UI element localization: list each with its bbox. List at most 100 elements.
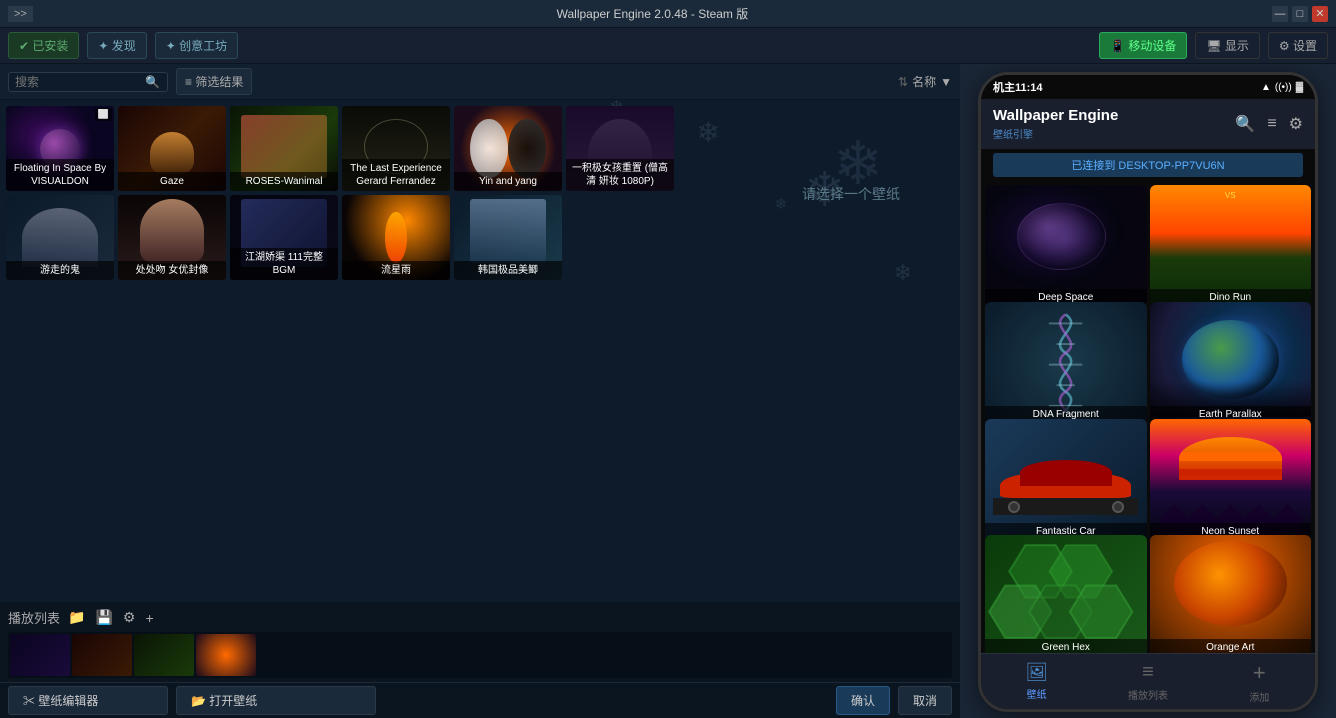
title-bar: >> Wallpaper Engine 2.0.48 - Steam 版 — □… bbox=[0, 0, 1336, 28]
app-title: Wallpaper Engine bbox=[993, 107, 1118, 124]
left-panel: ❄ ❄ ❄ ❄ ❄ ❄ 🔍 ≡ 筛选结果 ⇅ 名称 ▼ 请选择一个壁纸 bbox=[0, 64, 960, 718]
phone-wp-thumb bbox=[985, 185, 1147, 306]
playlist-thumb-item[interactable] bbox=[10, 634, 70, 676]
phone-bottom-nav: 🖼 壁纸 ≡ 播放列表 + 添加 bbox=[981, 653, 1315, 709]
phone-wallpaper-item[interactable]: VS Dino Run bbox=[1150, 185, 1312, 306]
wallpaper-item[interactable]: 江湖娇渠 111完整BGM bbox=[230, 195, 338, 280]
phone-wallpaper-item[interactable]: Orange Art bbox=[1150, 535, 1312, 653]
phone-settings-button[interactable]: ⚙ bbox=[1289, 114, 1303, 134]
signal-icon: ▲ bbox=[1261, 82, 1271, 93]
wifi-icon: ((•)) bbox=[1275, 82, 1292, 93]
app-top-row: Wallpaper Engine 壁纸引擎 🔍 ≡ ⚙ bbox=[993, 107, 1303, 141]
playlist-thumb-item[interactable] bbox=[196, 634, 256, 676]
wallpaper-label: 江湖娇渠 111完整BGM bbox=[230, 248, 338, 280]
phone-status-icons: ▲ ((•)) ▓ bbox=[1261, 82, 1303, 93]
settings-button[interactable]: ⚙ 设置 bbox=[1268, 32, 1328, 59]
wallpaper-item[interactable]: Gaze bbox=[118, 106, 226, 191]
sort-arrows-icon: ⇅ bbox=[898, 75, 908, 89]
grid-row-2: 游走的鬼 处处吻 女优封像 江湖娇渠 111完整BGM bbox=[6, 195, 954, 280]
phone-wp-thumb bbox=[985, 535, 1147, 653]
phone-wp-thumb bbox=[985, 419, 1147, 540]
app-top-icons: 🔍 ≡ ⚙ bbox=[1235, 114, 1303, 134]
playlist-thumb-item[interactable] bbox=[72, 634, 132, 676]
wallpaper-item[interactable]: 韩国极品美鲫 bbox=[454, 195, 562, 280]
wallpaper-label: ROSES-Wanimal bbox=[230, 172, 338, 191]
phone-wallpaper-item[interactable]: Neon Sunset bbox=[1150, 419, 1312, 540]
wallpaper-label: Floating In Space By VISUALDON bbox=[6, 159, 114, 191]
placeholder-message: 请选择一个壁纸 bbox=[802, 184, 900, 204]
app-top-bar: Wallpaper Engine 壁纸引擎 🔍 ≡ ⚙ bbox=[981, 99, 1315, 149]
playlist-save-button[interactable]: 💾 bbox=[93, 607, 114, 628]
playlist-thumbnails bbox=[8, 632, 952, 678]
wallpaper-badge: ⬜ bbox=[95, 108, 112, 121]
phone-wallpaper-item[interactable]: Earth Parallax bbox=[1150, 302, 1312, 423]
discover-button[interactable]: ✦ 发现 bbox=[87, 32, 146, 59]
add-nav-label: 添加 bbox=[1249, 689, 1269, 704]
wallpaper-item[interactable]: 处处吻 女优封像 bbox=[118, 195, 226, 280]
phone-wp-label: Green Hex bbox=[985, 639, 1147, 653]
wallpaper-item[interactable]: 游走的鬼 bbox=[6, 195, 114, 280]
grid-row-1: ⬜ Floating In Space By VISUALDON Gaze RO… bbox=[6, 106, 954, 191]
phone-wp-thumb bbox=[1150, 419, 1312, 540]
wallpaper-item[interactable]: The Last Experience Gerard Ferrandez bbox=[342, 106, 450, 191]
minimize-button[interactable]: — bbox=[1272, 6, 1288, 22]
workshop-button[interactable]: ✦ 创意工坊 bbox=[155, 32, 238, 59]
phone-nav-playlist[interactable]: ≡ 播放列表 bbox=[1092, 654, 1203, 709]
phone-wallpaper-item[interactable]: Green Hex bbox=[985, 535, 1147, 653]
main-container: ❄ ❄ ❄ ❄ ❄ ❄ 🔍 ≡ 筛选结果 ⇅ 名称 ▼ 请选择一个壁纸 bbox=[0, 64, 1336, 718]
playlist-nav-label: 播放列表 bbox=[1128, 687, 1168, 702]
phone-wp-label: Orange Art bbox=[1150, 639, 1312, 653]
installed-button[interactable]: ✔ 已安装 bbox=[8, 32, 79, 59]
wallpaper-label: Gaze bbox=[118, 172, 226, 191]
toolbar: 🔍 ≡ 筛选结果 ⇅ 名称 ▼ bbox=[0, 64, 960, 100]
wallpaper-label: 一积极女孩重置 (僧高清 妍妆 1080P) bbox=[566, 159, 674, 191]
phone-search-button[interactable]: 🔍 bbox=[1235, 114, 1255, 134]
right-panel: 机主11:14 ▲ ((•)) ▓ Wallpaper Engine 壁纸引擎 … bbox=[960, 64, 1336, 718]
maximize-button[interactable]: □ bbox=[1292, 6, 1308, 22]
playlist-header: 播放列表 📁 💾 ⚙ + bbox=[0, 603, 960, 632]
open-wallpaper-button[interactable]: 📂 打开壁纸 bbox=[176, 686, 376, 715]
editor-button[interactable]: ✂ 壁纸编辑器 bbox=[8, 686, 168, 715]
phone-filter-button[interactable]: ≡ bbox=[1267, 114, 1276, 134]
phone-nav-add[interactable]: + 添加 bbox=[1204, 654, 1315, 709]
playlist-settings-button[interactable]: ⚙ bbox=[121, 607, 138, 628]
search-input[interactable] bbox=[15, 75, 145, 89]
app-title-area: Wallpaper Engine 壁纸引擎 bbox=[993, 107, 1118, 141]
wallpaper-nav-icon: 🖼 bbox=[1025, 662, 1048, 683]
playlist-strip bbox=[8, 632, 952, 678]
skip-button[interactable]: >> bbox=[8, 6, 33, 22]
playlist-add-button[interactable]: + bbox=[143, 608, 155, 628]
wallpaper-nav-label: 壁纸 bbox=[1027, 686, 1047, 701]
sort-label: 名称 bbox=[912, 73, 936, 90]
playlist-thumb-item[interactable] bbox=[134, 634, 194, 676]
wallpaper-item[interactable]: Yin and yang bbox=[454, 106, 562, 191]
wallpaper-item[interactable]: ⬜ Floating In Space By VISUALDON bbox=[6, 106, 114, 191]
cancel-button[interactable]: 取消 bbox=[898, 686, 952, 715]
sort-area: ⇅ 名称 ▼ bbox=[898, 73, 952, 90]
app-title: Wallpaper Engine 2.0.48 - Steam 版 bbox=[33, 5, 1272, 22]
wallpaper-item[interactable]: 一积极女孩重置 (僧高清 妍妆 1080P) bbox=[566, 106, 674, 191]
phone-time: 机主11:14 bbox=[993, 79, 1043, 95]
close-button[interactable]: ✕ bbox=[1312, 6, 1328, 22]
phone-wp-thumb bbox=[1150, 535, 1312, 653]
wallpaper-item[interactable]: ROSES-Wanimal bbox=[230, 106, 338, 191]
phone-wallpaper-item[interactable]: DNA Fragment bbox=[985, 302, 1147, 423]
wallpaper-grid: 请选择一个壁纸 ⬜ Floating In Space By VISUALDON… bbox=[0, 100, 960, 602]
phone-status-bar: 机主11:14 ▲ ((•)) ▓ bbox=[981, 75, 1315, 99]
phone-wallpaper-grid: Deep Space VS Dino Run bbox=[981, 181, 1315, 653]
playlist-label: 播放列表 bbox=[8, 608, 60, 627]
display-button[interactable]: 🖥 显示 bbox=[1195, 32, 1260, 59]
wallpaper-item[interactable]: 流星雨 bbox=[342, 195, 450, 280]
search-box: 🔍 bbox=[8, 72, 168, 92]
action-bar: ✂ 壁纸编辑器 📂 打开壁纸 确认 取消 bbox=[0, 682, 960, 718]
phone-wp-thumb bbox=[985, 302, 1147, 423]
mobile-button[interactable]: 📱 移动设备 bbox=[1099, 32, 1187, 59]
wallpaper-label: 处处吻 女优封像 bbox=[118, 261, 226, 280]
confirm-button[interactable]: 确认 bbox=[836, 686, 890, 715]
phone-wallpaper-item[interactable]: Deep Space bbox=[985, 185, 1147, 306]
wallpaper-label: 韩国极品美鲫 bbox=[454, 261, 562, 280]
phone-wallpaper-item[interactable]: Fantastic Car bbox=[985, 419, 1147, 540]
phone-nav-wallpaper[interactable]: 🖼 壁纸 bbox=[981, 654, 1092, 709]
filter-button[interactable]: ≡ 筛选结果 bbox=[176, 68, 252, 95]
playlist-folder-button[interactable]: 📁 bbox=[66, 607, 87, 628]
